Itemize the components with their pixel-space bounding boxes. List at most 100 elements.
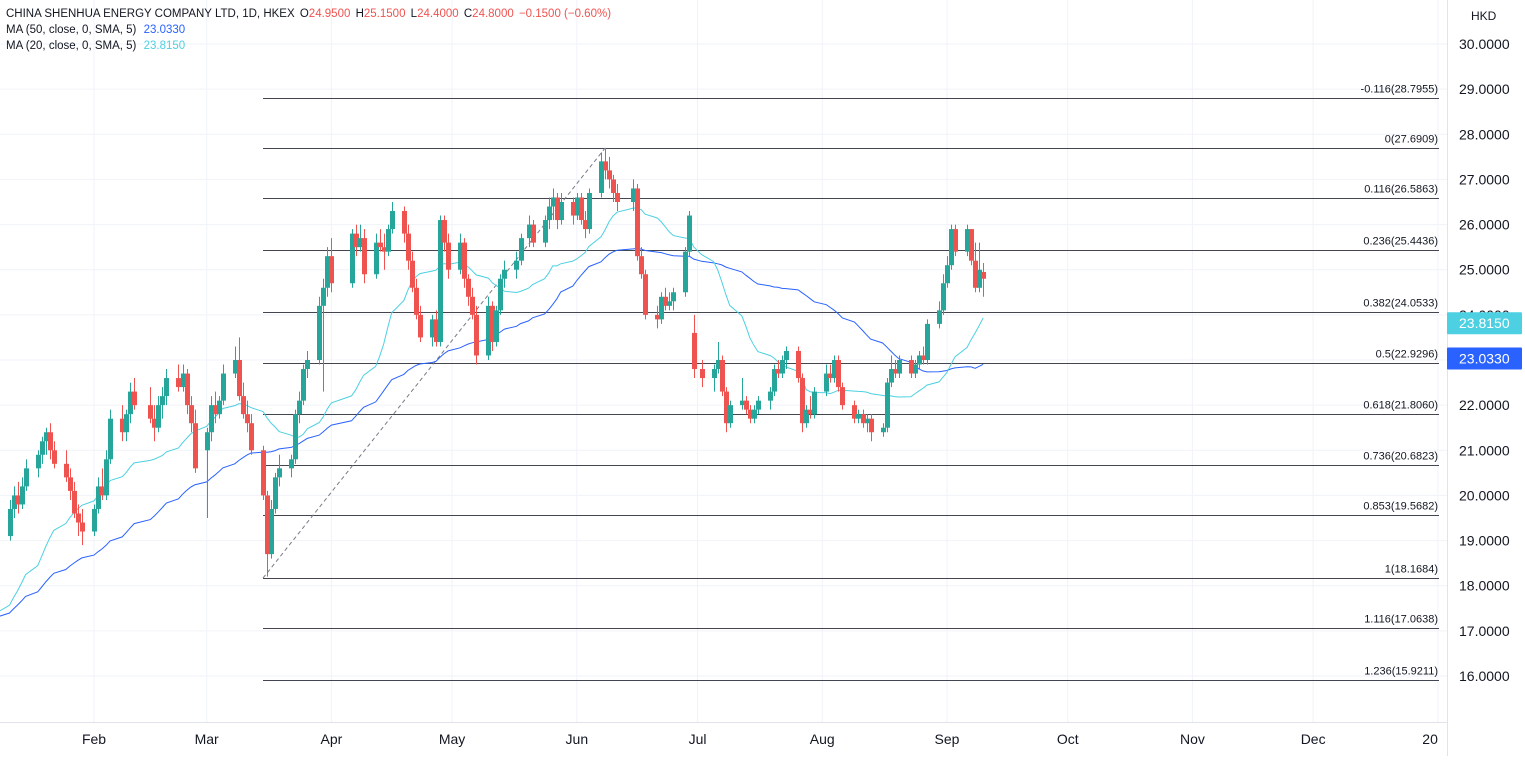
candle-body [269,508,274,555]
candle [812,387,817,419]
candle [514,251,519,279]
candle [176,364,181,392]
ma20-label: MA (20, close, 0, SMA, 5) [6,40,137,52]
candle-body [720,360,725,392]
price-tick-label: 22.0000 [1459,397,1510,413]
candle-body [317,305,322,360]
candle-body [752,409,757,419]
candle [587,188,592,234]
candle-body [52,450,57,464]
price-tick-label: 29.0000 [1459,81,1510,97]
candle-body [48,432,53,451]
candle-body [80,522,85,532]
candle-body [164,378,169,397]
candle-body [692,332,697,370]
candle-body [160,396,165,406]
candle-body [221,373,226,401]
candle-body [925,323,930,360]
candle [599,152,604,198]
legend: CHINA SHENHUA ENERGY COMPANY LTD, 1D, HK… [6,6,611,54]
price-axis-bg [1447,0,1525,756]
chart-canvas[interactable]: -0.116(28.7955) 0(27.6909) 0.116(26.5863) 0… [0,0,1525,756]
candle-body [24,468,29,487]
candle-body [374,242,379,275]
candle-body [937,310,942,324]
candle-body [108,418,113,460]
candle-body [969,229,974,261]
price-badge-label: 23.8150 [1459,315,1510,331]
fib-level-label: -0.116(28.7955) [1361,84,1438,96]
candle [643,269,648,320]
price-tick-label: 25.0000 [1459,262,1510,278]
candle-body [639,256,644,275]
candle [543,215,548,248]
candle-body [8,508,13,537]
time-tick-label: Aug [810,731,835,747]
candle-body [132,391,137,406]
fib-level-label: 0(27.6909) [1385,134,1438,146]
fib-level-label: 1.116(17.0638) [1364,614,1438,626]
candle-body [406,233,411,261]
candle-body [442,220,447,243]
candle-body [76,513,81,523]
time-tick-label: Mar [195,731,219,747]
fib-level-label: 0.382(24.0533) [1363,298,1438,310]
ma20-legend[interactable]: MA (20, close, 0, SMA, 5) 23.8150 [6,38,611,54]
candle-body [245,414,250,424]
candle-body [92,508,97,532]
time-tick-label: Jul [689,731,707,747]
candle-body [812,391,817,415]
candle-body [869,418,874,433]
candle-body [780,360,785,374]
candle-body [104,459,109,496]
candle-body [362,238,367,275]
candle-body [611,179,616,193]
candle-body [531,224,536,243]
price-tick-label: 26.0000 [1459,217,1510,233]
price-tick-label: 30.0000 [1459,36,1510,52]
candle-body [414,287,419,315]
open-value: 24.9500 [308,8,351,20]
candle [683,247,688,297]
candle-body [466,278,471,297]
candle [494,305,499,347]
candle-body [700,369,705,379]
candle [96,477,101,514]
price-tick-label: 21.0000 [1459,442,1510,458]
candle [317,296,322,365]
candle-body [321,287,326,306]
candle [824,364,829,397]
ma50-label: MA (50, close, 0, SMA, 5) [6,24,137,36]
candle-body [881,427,886,433]
candle [692,314,697,379]
candle-body [148,405,153,419]
candle [953,224,958,257]
candle-body [671,292,676,302]
candle-body [470,296,475,315]
candle-body [261,450,266,496]
ma50-legend[interactable]: MA (50, close, 0, SMA, 5) 23.0330 [6,22,611,38]
candle-body [273,477,278,509]
candle-body [856,414,861,419]
candle-body [402,211,407,234]
candle-body [185,373,190,406]
candle [92,504,97,537]
candle-body [249,423,254,451]
candle [24,459,29,491]
candle [374,233,379,279]
candle-body [840,387,845,406]
time-tick-label: Nov [1180,731,1205,747]
price-badge-label: 23.0330 [1459,351,1510,367]
candle [148,387,153,424]
candle-body [386,229,391,252]
candle [635,183,640,261]
ma50-value: 23.0330 [143,24,186,36]
candle [64,450,69,482]
candle-body [836,360,841,388]
candle-body [36,454,41,469]
candle-body [667,301,672,306]
ohlc-row[interactable]: CHINA SHENHUA ENERGY COMPANY LTD, 1D, HK… [6,6,611,22]
candle-body [390,211,395,230]
candle-body [796,350,801,379]
candle [925,319,930,365]
